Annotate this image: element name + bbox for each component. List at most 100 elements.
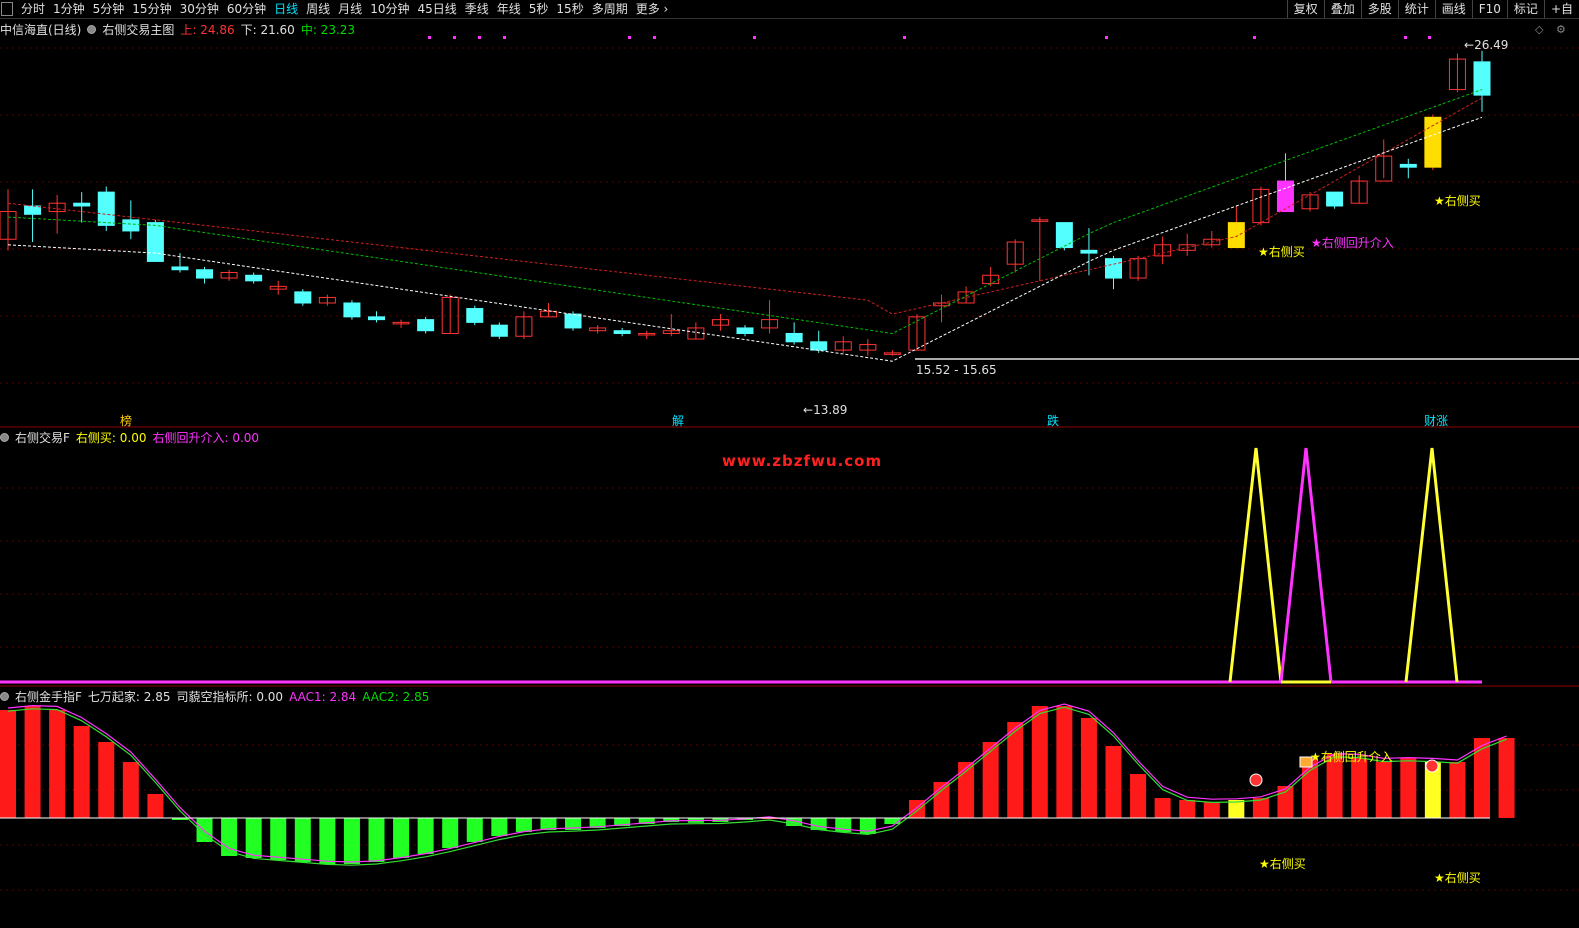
oscillator-bar	[1351, 758, 1368, 818]
reentry-signal-value: 右侧回升介入: 0.00	[152, 431, 260, 445]
oscillator-bar	[1031, 706, 1048, 818]
qiwan-value: 七万起家: 2.85	[87, 690, 171, 704]
aac2-value: AAC2: 2.85	[362, 689, 430, 704]
marker-dot	[1253, 36, 1256, 39]
oscillator-bar	[122, 762, 139, 818]
settings-gear-icon[interactable]	[0, 692, 9, 701]
signal-badge-icon	[1425, 759, 1439, 773]
oscillator-pane-header: 右侧金手指F 七万起家: 2.85 司藐空指标所: 0.00 AAC1: 2.8…	[0, 688, 429, 705]
oscillator-bar	[466, 818, 483, 842]
marker-dot	[1428, 36, 1431, 39]
oscillator-bar	[294, 818, 311, 862]
candle-body	[343, 302, 361, 318]
candle-body	[417, 319, 435, 332]
oscillator-bar	[884, 818, 901, 824]
oscillator-indicator-name[interactable]: 右侧金手指F	[15, 688, 82, 705]
settings-gear-icon[interactable]: ⚙	[1556, 23, 1566, 36]
candle-body	[24, 205, 42, 215]
high-price-label: ←26.49	[1464, 38, 1509, 52]
buy-signal-label: ★右侧买	[1259, 857, 1306, 871]
diamond-icon[interactable]: ◇	[1535, 23, 1543, 36]
candle-body	[97, 191, 115, 226]
candle-body	[122, 219, 140, 232]
main-indicator-name[interactable]: 右侧交易主图	[102, 21, 174, 38]
event-marker[interactable]: 解	[672, 412, 684, 429]
oscillator-bar	[49, 710, 66, 818]
event-marker[interactable]: 榜	[120, 412, 132, 429]
candle-body	[1105, 258, 1122, 279]
watermark: www.zbzfwu.com	[722, 452, 883, 470]
oscillator-bar	[147, 794, 164, 818]
oscillator-bar	[1056, 706, 1073, 818]
marker-dot	[653, 36, 656, 39]
marker-dot	[503, 36, 506, 39]
reentry-signal-label: ★右侧回升介入	[1310, 750, 1393, 764]
settings-gear-icon[interactable]	[87, 25, 97, 34]
oscillator-bar	[1474, 738, 1490, 818]
lower-band-line	[7, 116, 1483, 362]
settings-gear-icon[interactable]	[0, 433, 9, 442]
marker-dot	[1105, 36, 1108, 39]
buy-signal-label: ★右侧买	[1434, 871, 1481, 885]
oscillator-bar	[343, 818, 360, 864]
oscillator-bar	[98, 742, 115, 818]
oscillator-bar	[982, 742, 999, 818]
aac1-value: AAC1: 2.84	[289, 689, 357, 704]
range-label: 15.52 - 15.65	[916, 363, 997, 377]
buy-signal-label: ★右侧买	[1258, 245, 1305, 259]
marker-dot	[1404, 36, 1407, 39]
buy-signal-spike	[1404, 447, 1459, 683]
candle-body	[466, 308, 484, 323]
candle-body	[1326, 191, 1344, 207]
event-marker[interactable]: 财涨	[1424, 412, 1448, 429]
oscillator-bar	[1449, 762, 1466, 818]
oscillator-bar	[393, 818, 410, 858]
oscillator-bar	[1154, 798, 1171, 818]
marker-dot	[453, 36, 456, 39]
oscillator-bar	[417, 818, 434, 854]
oscillator-bar	[1400, 758, 1417, 818]
oscillator-bar	[245, 818, 262, 858]
candle-body	[196, 269, 214, 279]
candle-body	[146, 222, 164, 262]
candle-body	[368, 316, 385, 321]
oscillator-bar	[1179, 800, 1196, 818]
oscillator-bar	[368, 818, 385, 862]
candle-body	[294, 291, 312, 304]
marker-dot	[478, 36, 481, 39]
candle-body	[1276, 180, 1294, 213]
signal-indicator-name[interactable]: 右侧交易F	[15, 429, 70, 446]
stock-title[interactable]: 中信海直(日线)	[0, 21, 81, 38]
lower-band-value: 下: 21.60	[240, 23, 295, 37]
oscillator-bar	[1375, 762, 1392, 818]
oscillator-bar	[1498, 738, 1515, 818]
candle-body	[613, 330, 631, 334]
oscillator-bar	[319, 818, 336, 864]
marker-dot	[628, 36, 631, 39]
candle-body	[1227, 222, 1245, 249]
candle-body	[736, 327, 754, 334]
oscillator-bar	[270, 818, 287, 860]
buy-signal-label: ★右侧买	[1434, 194, 1481, 208]
candle-body	[1080, 249, 1098, 254]
marker-dot	[428, 36, 431, 39]
main-pane-header: 中信海直(日线) 右侧交易主图 上: 24.86 下: 21.60 中: 23.…	[0, 21, 355, 38]
candle-body	[1473, 61, 1491, 96]
candle-body	[810, 341, 828, 351]
oscillator-bar	[491, 818, 508, 836]
oscillator-bar	[1105, 746, 1122, 818]
oscillator-bar	[0, 710, 16, 818]
oscillator-bar	[1130, 774, 1147, 818]
signal-pane-header: 右侧交易F 右侧买: 0.00 右侧回升介入: 0.00	[0, 429, 259, 446]
upper-band-value: 上: 24.86	[180, 23, 235, 37]
simiao-value: 司藐空指标所: 0.00	[176, 690, 284, 704]
event-marker[interactable]: 跌	[1047, 412, 1059, 429]
oscillator-bar	[958, 762, 975, 818]
marker-dot	[903, 36, 906, 39]
reentry-signal-spike	[1279, 447, 1333, 683]
reentry-signal-label: ★右侧回升介入	[1311, 236, 1394, 250]
candle-body	[490, 324, 508, 337]
candle-body	[785, 332, 803, 343]
candle-body	[564, 313, 582, 329]
oscillator-bar	[1080, 718, 1097, 818]
